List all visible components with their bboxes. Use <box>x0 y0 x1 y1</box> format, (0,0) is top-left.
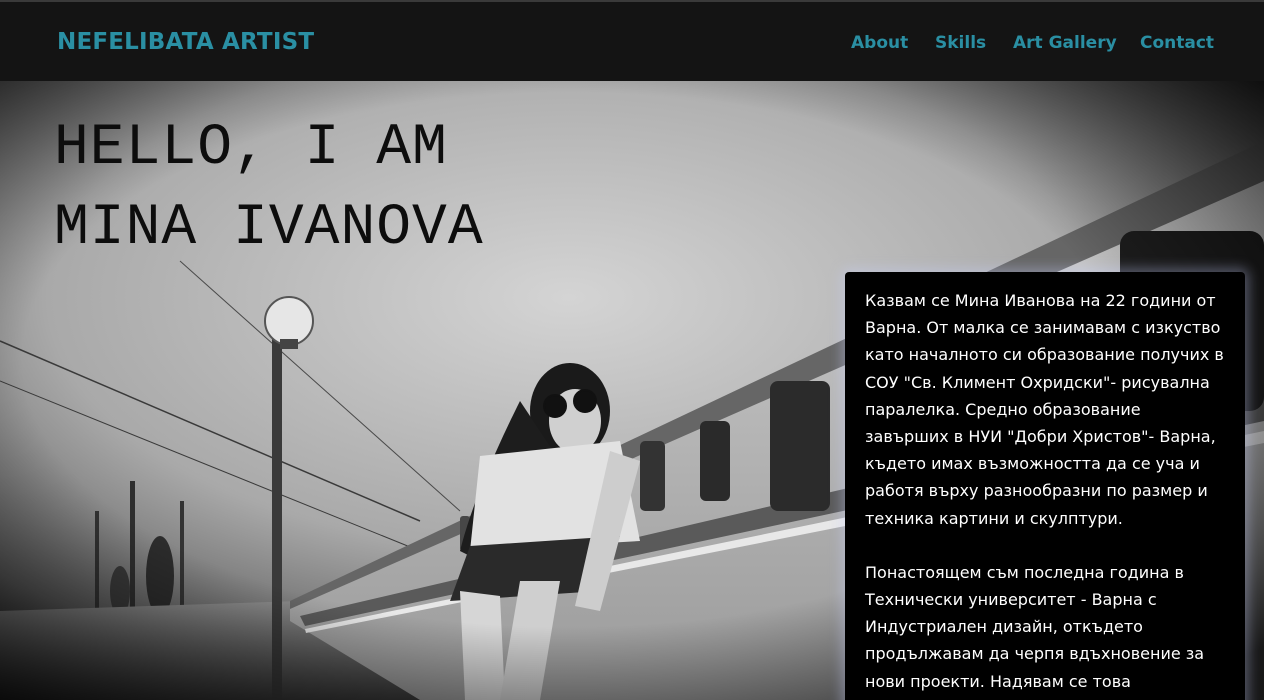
navbar: NEFELIBATA ARTIST About Skills Art Galle… <box>0 2 1264 81</box>
hero-heading-line2: MINA IVANOVA <box>54 196 484 261</box>
nav-link-contact[interactable]: Contact <box>1140 33 1214 53</box>
nav-link-art-gallery[interactable]: Art Gallery <box>1013 33 1117 53</box>
hero-heading-line1: HELLO, I AM <box>54 116 448 181</box>
bio-paragraph-1: Казвам се Мина Иванова на 22 години от В… <box>865 291 1224 528</box>
bio-panel: Казвам се Мина Иванова на 22 години от В… <box>845 272 1245 700</box>
nav-link-about[interactable]: About <box>851 33 908 53</box>
bio-paragraph-2: Понастоящем съм последна година в Технич… <box>865 562 1205 691</box>
brand-logo-link[interactable]: NEFELIBATA ARTIST <box>57 29 314 55</box>
nav-link-skills[interactable]: Skills <box>935 33 986 53</box>
hero-heading: HELLO, I AM MINA IVANOVA <box>54 109 484 269</box>
